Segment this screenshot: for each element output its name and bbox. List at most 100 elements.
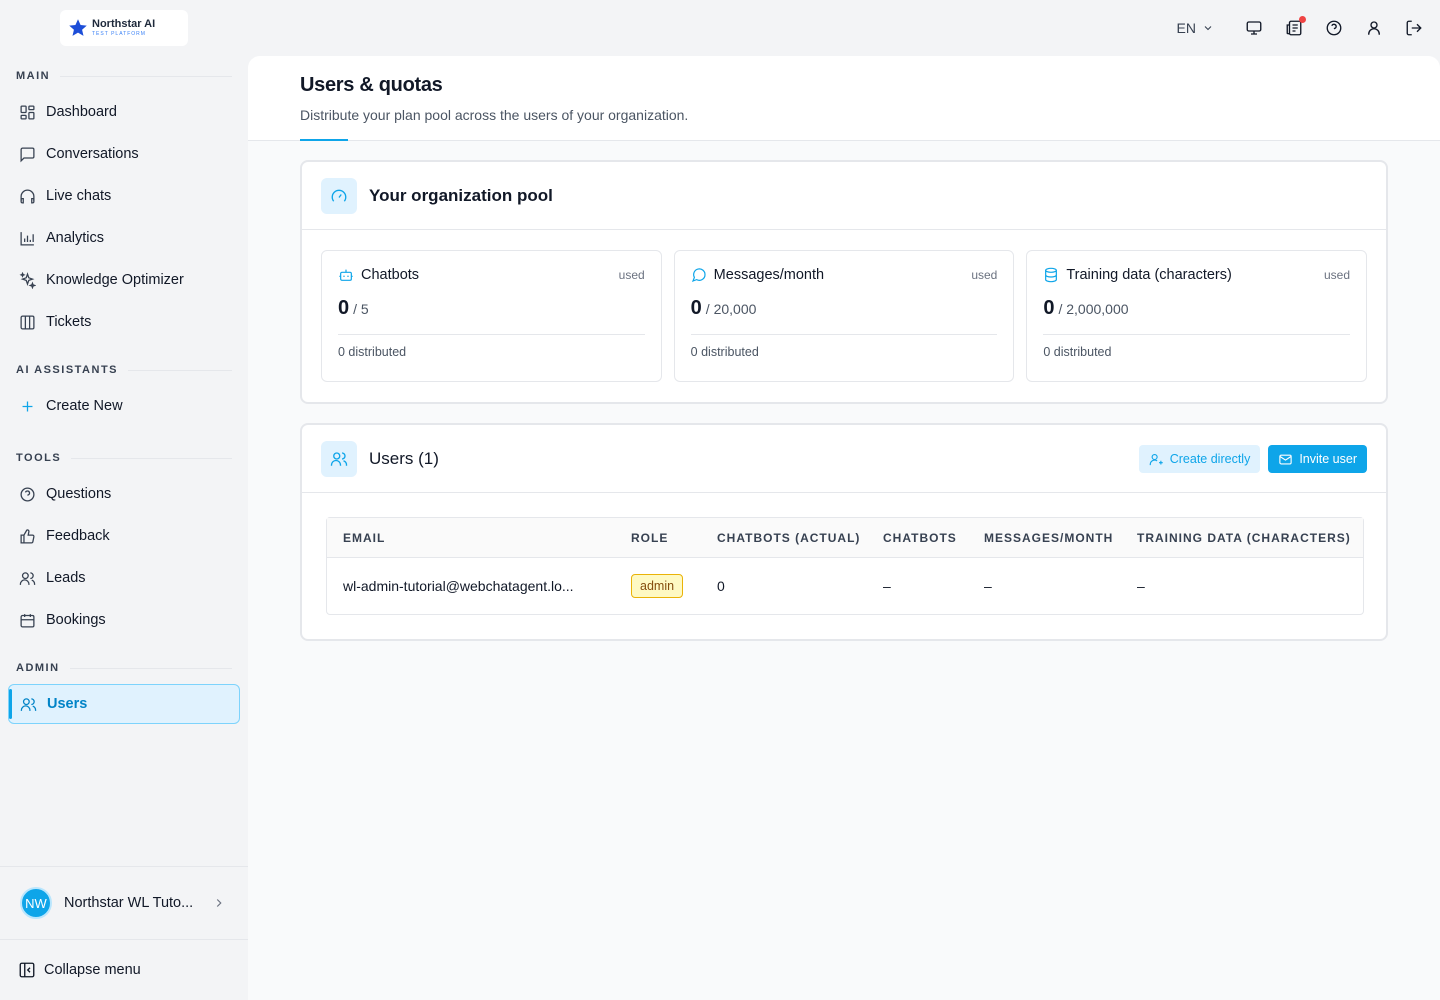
stat-distributed: 0 distributed xyxy=(338,345,407,359)
column-header-email[interactable]: EMAIL xyxy=(343,531,631,545)
table-header: EMAIL ROLE CHATBOTS (ACTUAL) CHATBOTS ME… xyxy=(327,518,1363,558)
sidebar-item-label: Knowledge Optimizer xyxy=(46,272,184,288)
sidebar-item-label: Feedback xyxy=(46,528,110,544)
sidebar-item-label: Questions xyxy=(46,486,112,502)
sparkles-icon xyxy=(18,271,36,289)
stat-distributed: 0 distributed xyxy=(690,345,759,359)
main-content: Users & quotas Distribute your plan pool… xyxy=(248,56,1440,1000)
sidebar-item-label: Conversations xyxy=(46,146,139,162)
notification-dot xyxy=(1299,16,1306,23)
sidebar-item-users[interactable]: Users xyxy=(8,684,240,724)
help-circle-icon xyxy=(18,485,36,503)
sidebar-item-live-chats[interactable]: Live chats xyxy=(8,176,240,216)
sidebar-item-leads[interactable]: Leads xyxy=(8,558,240,598)
section-label-tools: TOOLS xyxy=(16,452,232,464)
chevron-right-icon xyxy=(212,896,226,910)
sidebar-item-label: Leads xyxy=(46,570,86,586)
invite-user-button[interactable]: Invite user xyxy=(1268,445,1367,473)
divider xyxy=(0,939,248,940)
sidebar-item-create-new[interactable]: Create New xyxy=(8,386,240,426)
page-subtitle: Distribute your plan pool across the use… xyxy=(300,107,689,123)
dashboard-icon xyxy=(18,103,36,121)
sidebar-item-conversations[interactable]: Conversations xyxy=(8,134,240,174)
column-header-chatbots-actual[interactable]: CHATBOTS (ACTUAL) xyxy=(717,531,883,545)
chevron-down-icon xyxy=(1202,22,1214,34)
card-header: Users (1) Create directly Invite user xyxy=(302,425,1386,493)
column-header-training-data[interactable]: TRAINING DATA (CHARACTERS) xyxy=(1137,531,1357,545)
section-label-ai-assistants: AI ASSISTANTS xyxy=(16,364,232,376)
sidebar-item-bookings[interactable]: Bookings xyxy=(8,600,240,640)
stat-value: 0 xyxy=(690,297,702,319)
card-header: Your organization pool xyxy=(302,162,1386,230)
stat-total: / 5 xyxy=(353,301,369,317)
sidebar-item-knowledge-optimizer[interactable]: Knowledge Optimizer xyxy=(8,260,240,300)
stat-messages: Messages/month used 0 / 20,000 0 distrib… xyxy=(673,250,1015,382)
user-plus-icon xyxy=(1149,452,1164,467)
collapse-menu-label: Collapse menu xyxy=(44,962,141,978)
stat-used-label: used xyxy=(971,268,998,282)
sidebar-item-feedback[interactable]: Feedback xyxy=(8,516,240,556)
sidebar-item-tickets[interactable]: Tickets xyxy=(8,302,240,342)
collapse-menu-button[interactable]: Collapse menu xyxy=(8,952,240,988)
sidebar-item-label: Tickets xyxy=(46,314,92,330)
sidebar-item-label: Users xyxy=(47,696,88,712)
create-directly-button[interactable]: Create directly xyxy=(1138,445,1261,473)
page-header: Users & quotas Distribute your plan pool… xyxy=(248,56,1440,141)
stat-label: Training data (characters) xyxy=(1066,267,1232,283)
gauge-icon xyxy=(321,177,357,214)
message-square-icon xyxy=(18,145,36,163)
users-icon xyxy=(19,695,37,713)
brand-tagline: TEST PLATFORM xyxy=(92,31,146,37)
column-header-messages[interactable]: MESSAGES/MONTH xyxy=(984,531,1137,545)
sidebar-item-dashboard[interactable]: Dashboard xyxy=(8,92,240,132)
chatbots-actual-value: 0 xyxy=(717,578,725,594)
language-selector[interactable]: EN xyxy=(1177,20,1214,36)
divider xyxy=(0,866,248,867)
stat-label: Messages/month xyxy=(713,267,825,283)
stat-distributed: 0 distributed xyxy=(1043,345,1112,359)
monitor-icon[interactable] xyxy=(1244,18,1264,38)
stat-total: / 20,000 xyxy=(705,301,757,317)
sidebar-item-label: Live chats xyxy=(46,188,112,204)
bar-chart-icon xyxy=(18,229,36,247)
users-icon xyxy=(321,440,357,477)
stat-used-label: used xyxy=(1323,268,1351,282)
plus-icon xyxy=(18,397,36,415)
stat-value: 0 xyxy=(338,297,350,319)
bot-icon xyxy=(338,267,354,283)
database-icon xyxy=(1043,267,1059,283)
messages-value: – xyxy=(984,578,992,594)
stat-chatbots: Chatbots used 0 / 5 0 distributed xyxy=(321,250,662,382)
stat-total: / 2,000,000 xyxy=(1058,301,1129,317)
stat-training-data: Training data (characters) used 0 / 2,00… xyxy=(1026,250,1368,382)
calendar-icon xyxy=(18,611,36,629)
mail-icon xyxy=(1278,452,1293,467)
users-table: EMAIL ROLE CHATBOTS (ACTUAL) CHATBOTS ME… xyxy=(326,517,1364,615)
stat-value: 0 xyxy=(1043,297,1055,319)
organization-pool-card: Your organization pool Chatbots used 0 /… xyxy=(300,160,1388,404)
stat-used-label: used xyxy=(618,268,645,282)
pool-title: Your organization pool xyxy=(369,185,553,205)
sidebar-item-analytics[interactable]: Analytics xyxy=(8,218,240,258)
users-card: Users (1) Create directly Invite user EM… xyxy=(300,423,1388,641)
language-value: EN xyxy=(1176,20,1196,36)
invite-user-label: Invite user xyxy=(1299,452,1357,466)
column-header-chatbots[interactable]: CHATBOTS xyxy=(883,531,984,545)
logout-icon[interactable] xyxy=(1404,18,1424,38)
table-row[interactable]: wl-admin-tutorial@webchatagent.lo... adm… xyxy=(327,558,1363,614)
headphones-icon xyxy=(18,187,36,205)
thumbs-up-icon xyxy=(18,527,36,545)
column-header-role[interactable]: ROLE xyxy=(631,531,717,545)
sidebar-item-label: Create New xyxy=(46,398,123,414)
sidebar-item-label: Analytics xyxy=(46,230,105,246)
panel-collapse-icon xyxy=(18,961,36,979)
users-title: Users (1) xyxy=(369,448,439,468)
brand-logo[interactable]: Northstar AI TEST PLATFORM xyxy=(60,10,188,46)
user-icon[interactable] xyxy=(1364,18,1384,38)
account-switcher[interactable]: NW Northstar WL Tuto... xyxy=(8,880,240,926)
sidebar-item-questions[interactable]: Questions xyxy=(8,474,240,514)
role-badge: admin xyxy=(631,574,684,598)
topbar: EN xyxy=(1177,14,1424,42)
help-circle-icon[interactable] xyxy=(1324,18,1344,38)
news-icon[interactable] xyxy=(1284,16,1306,38)
